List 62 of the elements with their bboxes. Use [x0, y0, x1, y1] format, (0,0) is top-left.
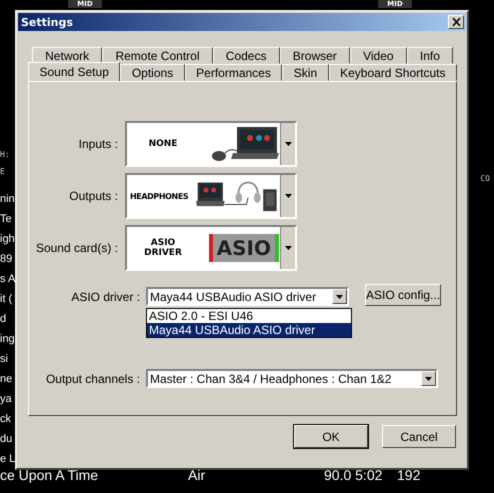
- caret-icon: [284, 142, 292, 146]
- tab[interactable]: Info: [406, 47, 454, 64]
- field-label: Outputs :: [68, 189, 118, 203]
- device-name: ASIO DRIVER: [143, 238, 183, 258]
- tab[interactable]: Codecs: [212, 47, 280, 64]
- track-title: e L: [0, 452, 16, 467]
- track-title: ne: [0, 372, 14, 387]
- close-button[interactable]: [448, 15, 464, 29]
- track-title: it (: [0, 292, 14, 307]
- caret-icon: [284, 246, 292, 250]
- window-title: Settings: [21, 16, 73, 28]
- dropdown-button[interactable]: [280, 227, 295, 269]
- column-label: CO: [480, 174, 490, 183]
- tab[interactable]: Browser: [280, 47, 350, 64]
- dialog-button[interactable]: Cancel: [382, 425, 456, 448]
- device-name: HEADPHONES: [130, 192, 188, 200]
- tab[interactable]: Options: [120, 64, 185, 81]
- output-channels-dropdown[interactable]: Master : Chan 3&4 / Headphones : Chan 1&2: [146, 369, 438, 388]
- column-label: E: [0, 167, 6, 176]
- tab[interactable]: Keyboard Shortcuts: [328, 64, 457, 81]
- track-title: nin: [0, 192, 16, 207]
- device-picker[interactable]: HEADPHONES: [125, 173, 297, 219]
- track-title: ing: [0, 332, 16, 347]
- track-bpm-time: 90.0 5:02: [324, 467, 382, 483]
- tab[interactable]: Sound Setup: [28, 62, 120, 81]
- tab[interactable]: Remote Control: [102, 47, 213, 64]
- track-title: igh: [0, 232, 16, 247]
- field-label: ASIO driver :: [70, 290, 140, 304]
- track-title: du: [0, 432, 14, 447]
- track-title: s A: [0, 272, 16, 287]
- column-label: H:: [0, 150, 10, 159]
- dropdown-value: Maya44 USBAudio ASIO driver: [150, 290, 316, 304]
- field-label: Inputs :: [78, 137, 118, 151]
- device-picker[interactable]: NONE: [125, 121, 297, 167]
- device-picker[interactable]: ASIO DRIVER ASIO: [125, 225, 297, 271]
- track-title: si: [0, 352, 9, 367]
- dropdown-option[interactable]: ASIO 2.0 - ESI U46: [147, 309, 351, 323]
- track-title: ck: [0, 412, 12, 427]
- track-bitrate: 192: [397, 467, 420, 483]
- tab[interactable]: Skin: [282, 64, 329, 81]
- dialog-button[interactable]: OK: [294, 425, 368, 448]
- dropdown-value: Master : Chan 3&4 / Headphones : Chan 1&2: [150, 372, 392, 386]
- dropdown-button[interactable]: [280, 123, 295, 165]
- track-title: Te: [0, 212, 13, 227]
- track-title: ya: [0, 392, 13, 407]
- tab[interactable]: Performances: [184, 64, 282, 81]
- tab[interactable]: Video: [350, 47, 407, 64]
- track-artist: Air: [188, 467, 206, 483]
- caret-icon: [425, 376, 432, 380]
- close-icon: [452, 18, 460, 26]
- field-label: Sound card(s) :: [34, 241, 118, 255]
- track-title: 89: [0, 252, 14, 267]
- track-title: ce Upon A Time: [0, 467, 98, 483]
- caret-icon: [336, 294, 343, 298]
- field-label: Output channels :: [44, 372, 140, 386]
- dropdown-option[interactable]: Maya44 USBAudio ASIO driver: [147, 323, 351, 337]
- asio-logo: ASIO: [208, 234, 279, 262]
- dropdown-button[interactable]: [280, 175, 295, 217]
- caret-icon: [284, 194, 292, 198]
- device-name: NONE: [148, 139, 178, 149]
- asio-config-button[interactable]: ASIO config...: [365, 284, 441, 306]
- track-title: d: [0, 312, 8, 327]
